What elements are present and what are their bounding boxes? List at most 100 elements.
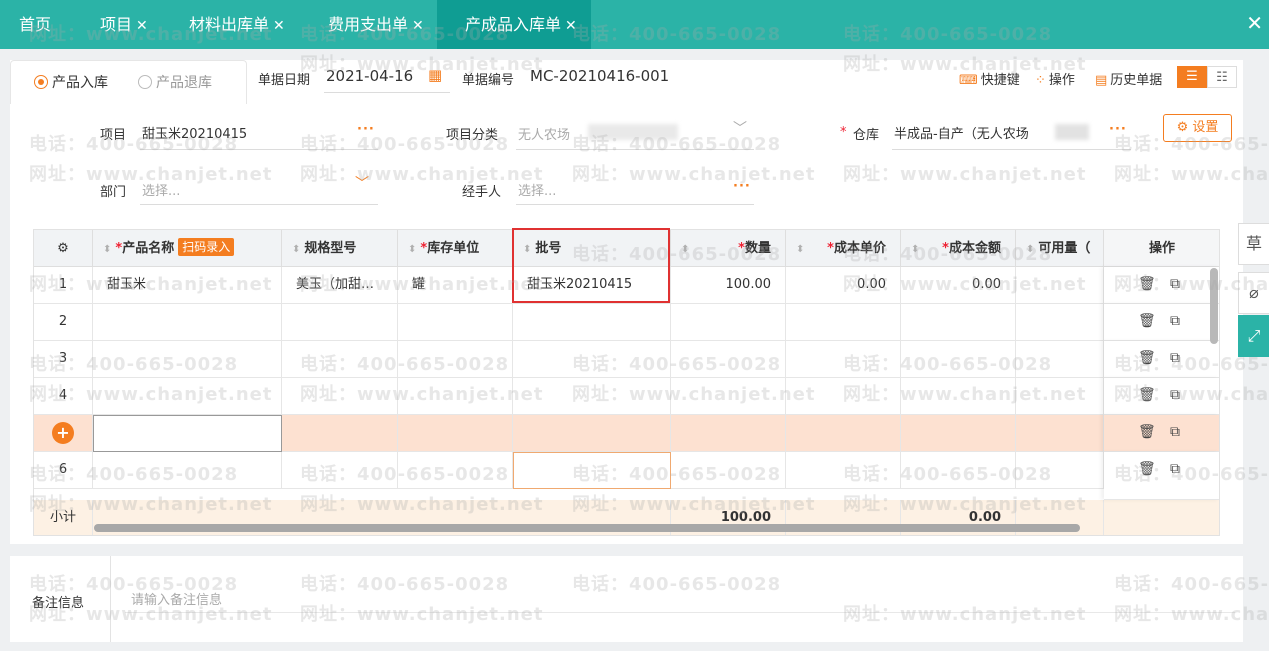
sort-icon[interactable]: ⬍ xyxy=(796,244,804,255)
operate-button[interactable]: ⁘ 操作 xyxy=(1035,69,1075,88)
sort-icon[interactable]: ⬍ xyxy=(681,244,689,255)
sort-icon[interactable]: ⬍ xyxy=(408,244,416,255)
amount-cell[interactable]: 0.00 xyxy=(901,267,1016,304)
unit-cell[interactable] xyxy=(398,415,513,452)
column-header-price[interactable]: ⬍ *成本单价 xyxy=(786,230,901,267)
unit-cell[interactable] xyxy=(398,378,513,415)
expand-icon[interactable]: ⤢ xyxy=(1238,315,1269,357)
column-header-available[interactable]: ⬍ 可用量（ xyxy=(1016,230,1104,267)
unit-cell[interactable]: 罐 xyxy=(398,267,513,304)
copy-icon[interactable]: ⧉ xyxy=(1170,276,1180,292)
spec-cell[interactable] xyxy=(282,378,398,415)
batch-cell[interactable] xyxy=(513,378,671,415)
spec-cell[interactable] xyxy=(282,452,398,489)
qty-cell[interactable] xyxy=(671,378,786,415)
draft-button[interactable]: 草 xyxy=(1238,223,1269,265)
price-cell[interactable] xyxy=(786,415,901,452)
copy-icon[interactable]: ⧉ xyxy=(1170,313,1180,329)
amount-cell[interactable] xyxy=(901,378,1016,415)
amount-cell[interactable] xyxy=(901,304,1016,341)
column-header-unit[interactable]: ⬍ *库存单位 xyxy=(398,230,513,267)
close-icon[interactable]: ✕ xyxy=(273,18,285,34)
product-cell[interactable]: 甜玉米 xyxy=(93,267,282,304)
price-cell[interactable] xyxy=(786,341,901,378)
product-cell[interactable] xyxy=(93,304,282,341)
copy-icon[interactable]: ⧉ xyxy=(1170,461,1180,477)
column-header-product[interactable]: ⬍ *产品名称 扫码录入 xyxy=(93,230,282,267)
copy-icon[interactable]: ⧉ xyxy=(1170,350,1180,366)
product-input[interactable] xyxy=(93,415,282,452)
history-button[interactable]: ▤ 历史单据 xyxy=(1095,69,1162,88)
close-icon[interactable]: ✕ xyxy=(136,18,148,34)
sort-icon[interactable]: ⬍ xyxy=(1026,244,1034,255)
product-cell[interactable] xyxy=(93,378,282,415)
product-cell[interactable] xyxy=(93,341,282,378)
price-cell[interactable]: 0.00 xyxy=(786,267,901,304)
batch-cell[interactable] xyxy=(513,415,671,452)
column-header-spec[interactable]: ⬍ 规格型号 xyxy=(282,230,398,267)
amount-cell[interactable] xyxy=(901,341,1016,378)
copy-icon[interactable]: ⧉ xyxy=(1170,387,1180,403)
copy-icon[interactable]: ⧉ xyxy=(1170,424,1180,440)
chevron-down-icon[interactable]: ﹀ xyxy=(355,173,369,193)
tab-home[interactable]: 首页 xyxy=(0,0,70,49)
product-cell[interactable] xyxy=(93,452,282,489)
qty-cell[interactable] xyxy=(671,341,786,378)
chevron-down-icon[interactable]: ﹀ xyxy=(733,118,747,138)
radio-product-return[interactable]: 产品退库 xyxy=(138,72,212,92)
unit-cell[interactable] xyxy=(398,341,513,378)
close-icon[interactable]: ✕ xyxy=(412,18,424,34)
more-icon[interactable]: ··· xyxy=(733,179,751,194)
qty-cell[interactable]: 100.00 xyxy=(671,267,786,304)
settings-button[interactable]: ⚙ 设置 xyxy=(1163,114,1232,142)
horizontal-scrollbar[interactable] xyxy=(94,524,1080,532)
close-all-icon[interactable]: ✕ xyxy=(1246,10,1263,36)
spec-cell[interactable] xyxy=(282,415,398,452)
batch-cell[interactable] xyxy=(513,341,671,378)
price-cell[interactable] xyxy=(786,452,901,489)
delete-icon[interactable]: 🗑 xyxy=(1138,313,1156,329)
tab-expense[interactable]: 费用支出单 ✕ xyxy=(314,0,437,49)
spec-cell[interactable] xyxy=(282,304,398,341)
calendar-icon[interactable]: ▦ xyxy=(428,66,442,84)
dept-field[interactable]: 选择... xyxy=(142,180,180,199)
handler-field[interactable]: 选择... xyxy=(518,180,556,199)
column-settings-icon[interactable]: ⚙ xyxy=(34,230,93,267)
sort-icon[interactable]: ⬍ xyxy=(911,244,919,255)
delete-icon[interactable]: 🗑 xyxy=(1138,350,1156,366)
unit-cell[interactable] xyxy=(398,452,513,489)
attachment-icon[interactable]: ⌀ xyxy=(1238,272,1269,314)
list-view-icon[interactable]: ☰ xyxy=(1177,66,1207,88)
qty-cell[interactable] xyxy=(671,304,786,341)
delete-icon[interactable]: 🗑 xyxy=(1138,276,1156,292)
close-icon[interactable]: ✕ xyxy=(565,18,577,34)
add-row-icon[interactable]: + xyxy=(34,415,93,452)
column-header-amount[interactable]: ⬍ *成本金额 xyxy=(901,230,1016,267)
warehouse-field[interactable]: 半成品-自产（无人农场 xyxy=(894,123,1029,142)
remark-input[interactable]: 请输入备注信息 xyxy=(131,589,222,608)
spec-cell[interactable] xyxy=(282,341,398,378)
amount-cell[interactable] xyxy=(901,415,1016,452)
detail-view-icon[interactable]: ☷ xyxy=(1207,66,1237,88)
scan-button[interactable]: 扫码录入 xyxy=(178,238,235,256)
tab-project[interactable]: 项目 ✕ xyxy=(84,0,164,49)
more-icon[interactable]: ··· xyxy=(357,122,375,137)
delete-icon[interactable]: 🗑 xyxy=(1138,387,1156,403)
tab-material-out[interactable]: 材料出库单 ✕ xyxy=(174,0,314,49)
tab-product-in[interactable]: 产成品入库单 ✕ xyxy=(437,0,591,49)
price-cell[interactable] xyxy=(786,378,901,415)
batch-cell-focused[interactable] xyxy=(513,452,671,489)
column-header-qty[interactable]: ⬍ *数量 xyxy=(671,230,786,267)
delete-icon[interactable]: 🗑 xyxy=(1138,424,1156,440)
radio-product-in[interactable]: 产品入库 xyxy=(34,72,108,92)
price-cell[interactable] xyxy=(786,304,901,341)
delete-icon[interactable]: 🗑 xyxy=(1138,461,1156,477)
sort-icon[interactable]: ⬍ xyxy=(292,244,300,255)
more-icon[interactable]: ··· xyxy=(1109,122,1127,137)
sort-icon[interactable]: ⬍ xyxy=(103,244,111,255)
qty-cell[interactable] xyxy=(671,452,786,489)
qty-cell[interactable] xyxy=(671,415,786,452)
amount-cell[interactable] xyxy=(901,452,1016,489)
batch-cell[interactable] xyxy=(513,304,671,341)
unit-cell[interactable] xyxy=(398,304,513,341)
